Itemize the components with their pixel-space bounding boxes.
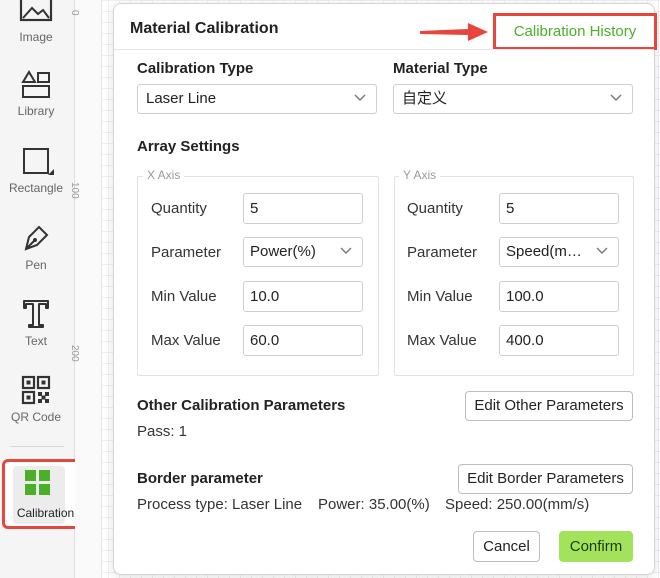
arrow-annotation-icon — [420, 23, 488, 41]
ruler-label-100: 100 — [69, 182, 80, 199]
rectangle-icon — [23, 148, 54, 175]
y-min-input[interactable]: 100.0 — [499, 281, 619, 312]
toolbar-label-rectangle: Rectangle — [8, 181, 64, 195]
toolbar-item-qr-code[interactable]: QR Code — [0, 374, 72, 424]
y-axis-label: Y Axis — [399, 168, 441, 182]
calibration-type-value: Laser Line — [146, 90, 217, 107]
pen-icon — [24, 225, 49, 251]
border-params-title: Border parameter — [137, 470, 263, 487]
toolbar-item-rectangle[interactable]: Rectangle — [0, 147, 72, 195]
x-parameter-label: Parameter — [151, 244, 222, 261]
array-settings-title: Array Settings — [137, 138, 240, 155]
chevron-down-icon — [610, 94, 622, 101]
confirm-button[interactable]: Confirm — [559, 531, 633, 562]
material-type-select[interactable]: 自定义 — [393, 84, 633, 114]
material-type-label: Material Type — [393, 60, 488, 77]
other-params-title: Other Calibration Parameters — [137, 397, 346, 414]
pass-value: Pass: 1 — [137, 423, 188, 440]
left-toolbar: Image Library Rectangle Pen Text QR Code… — [0, 0, 89, 578]
calibration-type-select[interactable]: Laser Line — [137, 84, 377, 114]
x-quantity-label: Quantity — [151, 200, 207, 217]
x-max-input[interactable]: 60.0 — [243, 325, 363, 356]
x-min-input[interactable]: 10.0 — [243, 281, 363, 312]
y-max-input[interactable]: 400.0 — [499, 325, 619, 356]
edit-other-parameters-button[interactable]: Edit Other Parameters — [465, 391, 633, 421]
x-axis-label: X Axis — [143, 168, 185, 182]
ruler-label-200: 200 — [69, 345, 80, 362]
y-parameter-select[interactable]: Speed(m… — [499, 237, 619, 267]
toolbar-label-library: Library — [17, 104, 55, 118]
chevron-down-icon — [354, 94, 366, 101]
toolbar-item-pen[interactable]: Pen — [0, 222, 72, 272]
x-min-label: Min Value — [151, 288, 217, 305]
speed-text: Speed: 250.00(mm/s) — [445, 496, 590, 513]
text-icon — [23, 300, 49, 328]
power-text: Power: 35.00(%) — [318, 496, 430, 513]
x-quantity-input[interactable]: 5 — [243, 193, 363, 224]
calibration-history-button[interactable]: Calibration History — [493, 13, 657, 50]
toolbar-item-text[interactable]: Text — [0, 298, 72, 348]
x-max-label: Max Value — [151, 332, 221, 349]
ruler-label-0: 0 — [69, 10, 80, 16]
y-max-label: Max Value — [407, 332, 477, 349]
x-parameter-select[interactable]: Power(%) — [243, 237, 363, 267]
toolbar-label-text: Text — [24, 334, 47, 348]
dialog-title: Material Calibration — [130, 20, 279, 37]
chevron-down-icon — [340, 247, 352, 254]
cancel-button[interactable]: Cancel — [473, 531, 540, 562]
library-icon — [21, 70, 50, 98]
material-type-value: 自定义 — [402, 90, 448, 107]
toolbar-label-qr-code: QR Code — [10, 410, 62, 424]
calibration-type-label: Calibration Type — [137, 60, 254, 77]
toolbar-divider — [10, 446, 64, 447]
image-icon — [19, 0, 53, 22]
toolbar-item-library[interactable]: Library — [0, 70, 72, 118]
material-calibration-dialog: Material Calibration Calibration History… — [113, 3, 657, 575]
edit-border-parameters-button[interactable]: Edit Border Parameters — [458, 464, 633, 494]
y-quantity-label: Quantity — [407, 200, 463, 217]
dialog-header-divider — [114, 49, 654, 50]
process-type-text: Process type: Laser Line — [137, 496, 303, 513]
x-parameter-value: Power(%) — [250, 243, 316, 260]
y-parameter-label: Parameter — [407, 244, 478, 261]
y-min-label: Min Value — [407, 288, 473, 305]
y-quantity-input[interactable]: 5 — [499, 193, 619, 224]
toolbar-label-image: Image — [19, 30, 53, 44]
y-parameter-value: Speed(m… — [506, 243, 582, 260]
toolbar-label-calibration: Calibration — [16, 506, 75, 520]
chevron-down-icon — [596, 247, 608, 254]
vertical-ruler — [75, 0, 102, 578]
toolbar-item-image[interactable]: Image — [0, 0, 72, 44]
calibration-icon — [25, 470, 50, 495]
qr-code-icon — [21, 375, 51, 405]
toolbar-label-pen: Pen — [25, 258, 47, 272]
